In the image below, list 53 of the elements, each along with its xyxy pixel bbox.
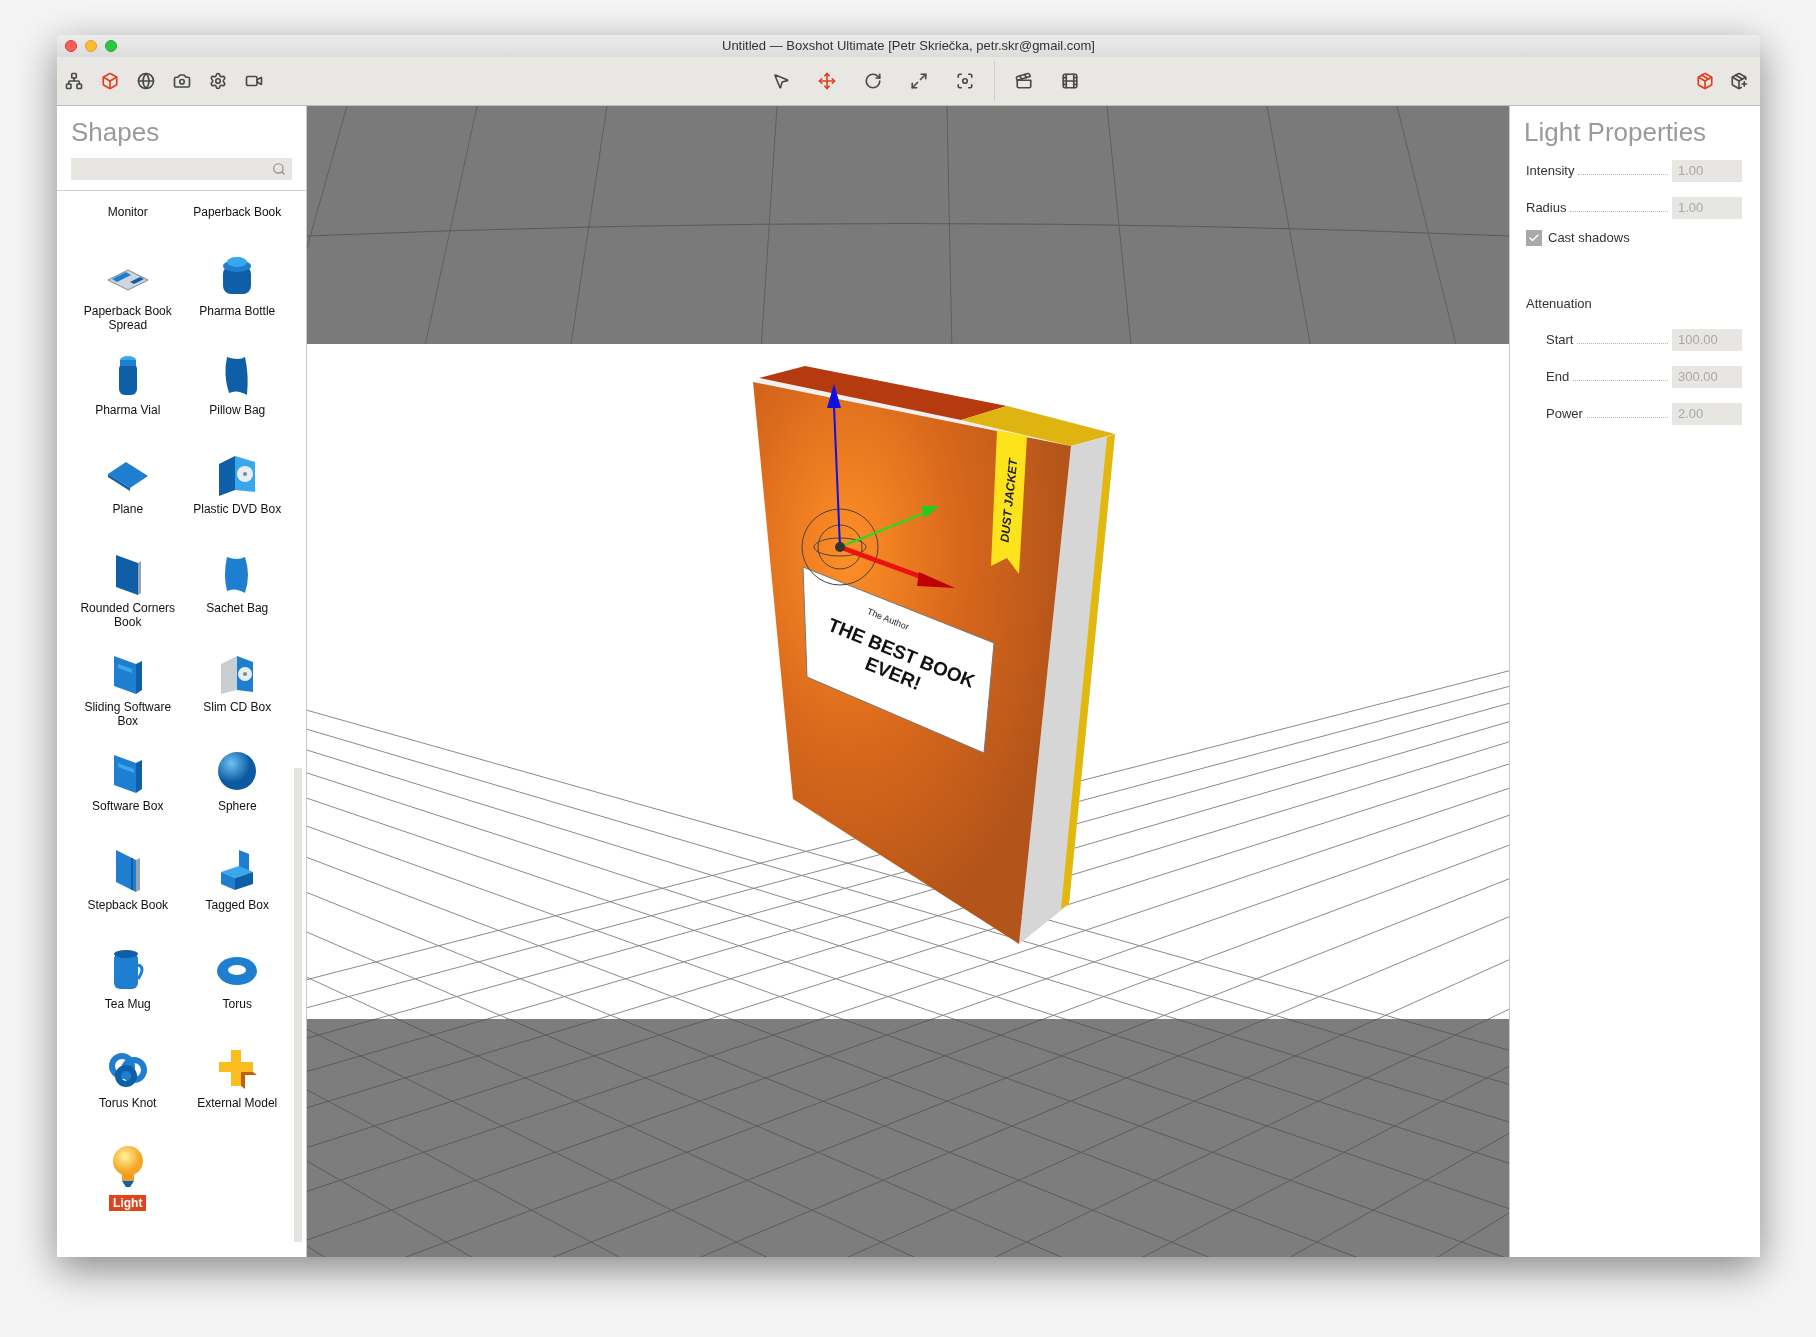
shape-label[interactable]: Sphere <box>217 799 257 813</box>
pointer-icon[interactable] <box>772 72 790 90</box>
shape-label[interactable]: Plastic DVD Box <box>193 502 282 516</box>
shape-label[interactable]: Sachet Bag <box>206 601 269 615</box>
scrollbar-thumb[interactable] <box>294 768 302 1242</box>
shape-label[interactable]: Paperback Book <box>193 205 282 219</box>
shape-label[interactable]: Paperback Book Spread <box>77 304 178 332</box>
field-label: Power <box>1546 404 1583 423</box>
shape-label[interactable]: Stepback Book <box>87 898 169 912</box>
shape-label[interactable]: Rounded Corners Book <box>77 601 178 629</box>
clapperboard-icon[interactable] <box>1015 72 1033 90</box>
book-drawing[interactable] <box>753 366 1115 944</box>
shape-label[interactable]: External Model <box>197 1096 278 1110</box>
package-icon[interactable] <box>1696 72 1714 90</box>
hierarchy-icon[interactable] <box>65 72 83 90</box>
shape-label[interactable]: Plane <box>112 502 144 516</box>
camera-icon[interactable] <box>173 72 191 90</box>
transform-gizmo-drawing[interactable] <box>801 384 955 588</box>
shape-label[interactable]: Pillow Bag <box>209 403 266 417</box>
rotate-icon[interactable] <box>864 72 882 90</box>
shape-label[interactable]: Sliding Software Box <box>77 700 178 728</box>
field-label: Start <box>1546 330 1574 349</box>
panel-title: Light Properties <box>1523 116 1708 148</box>
shape-label[interactable]: Tagged Box <box>205 898 269 912</box>
cube-icon[interactable] <box>101 72 119 90</box>
shape-label[interactable]: Torus <box>222 997 252 1011</box>
shape-label[interactable]: Light <box>109 1195 147 1211</box>
shape-label[interactable]: Tea Mug <box>104 997 151 1011</box>
shape-label[interactable]: Software Box <box>92 799 164 813</box>
shape-label[interactable]: Slim CD Box <box>203 700 272 714</box>
settings-icon[interactable] <box>209 72 227 90</box>
film-icon[interactable] <box>1061 72 1079 90</box>
field-label: End <box>1546 367 1570 386</box>
panel-title: Shapes <box>71 116 161 148</box>
section-heading: Attenuation <box>1525 294 1593 313</box>
field-label: Radius <box>1526 198 1567 217</box>
checkbox[interactable] <box>1526 229 1542 246</box>
close-button[interactable] <box>65 40 77 52</box>
book-author-text: The Author <box>865 606 911 633</box>
shape-label[interactable]: Pharma Vial <box>95 403 161 417</box>
move-icon[interactable] <box>818 72 836 90</box>
ribbon-text: DUST JACKET <box>997 458 1021 544</box>
focus-icon[interactable] <box>956 72 974 90</box>
checkbox-label[interactable]: Cast shadows <box>1548 228 1630 248</box>
check-icon <box>1528 231 1540 244</box>
shape-label[interactable]: Torus Knot <box>99 1096 157 1110</box>
search-field[interactable] <box>71 158 292 180</box>
shape-label[interactable]: Monitor <box>107 205 148 219</box>
shape-label[interactable]: Pharma Bottle <box>199 304 276 318</box>
package-plus-icon[interactable] <box>1730 72 1748 90</box>
field-label: Intensity <box>1526 161 1575 180</box>
window-title: Untitled — Boxshot Ultimate [Petr Skriečka, petr.skr@gmail.com] <box>722 37 1095 56</box>
scale-icon[interactable] <box>910 72 928 90</box>
